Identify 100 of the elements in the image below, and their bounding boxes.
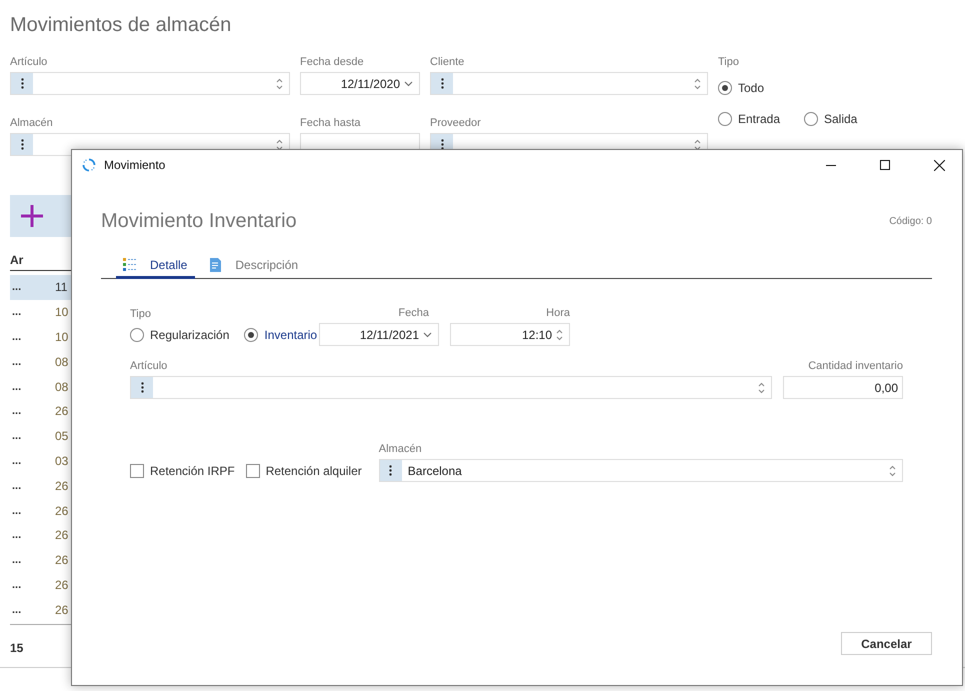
- lookup-button[interactable]: [11, 73, 33, 94]
- lookup-button[interactable]: [380, 460, 402, 481]
- table-cell-text: ...: [11, 480, 22, 492]
- field-label: Fecha: [397, 307, 430, 321]
- radio-label: Regularización: [150, 328, 230, 342]
- radio-option[interactable]: Inventario: [244, 328, 318, 342]
- field-label: Fecha desde: [300, 56, 365, 70]
- table-cell-text: ...: [11, 430, 22, 442]
- field-label: Fecha hasta: [300, 117, 362, 131]
- more-icon: [440, 78, 444, 89]
- tab[interactable]: Descripción: [203, 254, 306, 279]
- table-cell-text: ...: [11, 604, 22, 616]
- radio-button[interactable]: [718, 80, 732, 94]
- table-cell-text: ...: [11, 281, 22, 294]
- table-cell-text: ...: [11, 405, 22, 418]
- column-header[interactable]: Ar: [10, 253, 24, 270]
- field-label: Artículo: [130, 360, 168, 374]
- table-cell: 05: [55, 429, 68, 444]
- table-cell-text: ...: [11, 578, 22, 591]
- spinner-icon[interactable]: [694, 78, 701, 90]
- radio-label: Salida: [824, 112, 858, 126]
- field-label: Cantidad inventario: [807, 360, 903, 374]
- lookup-field[interactable]: [10, 72, 290, 95]
- checkbox-label: Retención alquiler: [266, 464, 362, 478]
- table-cell-text: ...: [11, 454, 22, 467]
- table-cell: 03: [55, 454, 68, 468]
- spinner-icon[interactable]: [276, 138, 283, 150]
- radio-label: Entrada: [738, 112, 780, 126]
- field-label: Artículo: [10, 56, 48, 70]
- table-cell: 26: [55, 478, 68, 493]
- plus-icon: [20, 204, 44, 228]
- table-cell: 26: [55, 528, 68, 542]
- radio-button[interactable]: [130, 328, 144, 342]
- spinner-icon[interactable]: [758, 382, 765, 394]
- spinner-icon[interactable]: [556, 328, 563, 340]
- checkbox[interactable]: [246, 464, 260, 478]
- spinner-icon[interactable]: [889, 464, 896, 476]
- checkbox-label: Retención IRPF: [150, 464, 235, 478]
- table-cell: 26: [55, 578, 68, 592]
- table-cell-text: ...: [11, 529, 22, 542]
- radio-button[interactable]: [718, 112, 732, 126]
- row-count: 15: [10, 641, 24, 656]
- more-icon: [389, 465, 392, 476]
- radio-option[interactable]: Entrada: [718, 112, 784, 126]
- field-label: Almacén: [378, 443, 423, 457]
- radio-button[interactable]: [804, 112, 818, 126]
- more-icon: [440, 139, 444, 150]
- radio-button[interactable]: [244, 328, 258, 342]
- lookup-field[interactable]: [130, 376, 772, 399]
- checkbox-option[interactable]: Retención alquiler: [246, 459, 362, 482]
- list-icon: [123, 258, 136, 272]
- checkbox-option[interactable]: Retención IRPF: [130, 459, 235, 482]
- minimize-icon: [826, 164, 836, 166]
- tab[interactable]: Detalle: [116, 254, 196, 279]
- cancel-button[interactable]: Cancelar: [841, 632, 932, 655]
- spinner-icon[interactable]: [276, 78, 283, 90]
- field-label: Tipo: [130, 308, 152, 322]
- radio-label: Inventario: [264, 328, 318, 342]
- field-label: Proveedor: [430, 117, 482, 131]
- maximize-icon: [880, 160, 890, 170]
- table-cell: 26: [55, 553, 68, 568]
- lookup-button[interactable]: [431, 73, 453, 94]
- window-title: Movimiento: [104, 158, 166, 172]
- loading-icon: [82, 158, 96, 172]
- spinner-icon[interactable]: [694, 138, 701, 150]
- table-cell: 08: [55, 354, 68, 369]
- table-cell: 10: [55, 330, 68, 344]
- time-field[interactable]: 12:10: [450, 323, 570, 346]
- table-cell: 08: [55, 380, 68, 394]
- more-icon: [20, 139, 24, 150]
- table-cell: 26: [55, 404, 68, 418]
- close-icon: [934, 160, 944, 170]
- table-cell: 26: [55, 602, 68, 617]
- date-field[interactable]: 12/11/2021: [319, 323, 439, 346]
- lookup-button[interactable]: [11, 134, 33, 155]
- date-field[interactable]: 12/11/2020: [300, 72, 420, 95]
- table-cell: 26: [55, 504, 68, 518]
- field-label: Hora: [545, 307, 570, 321]
- field-label: Tipo: [718, 56, 740, 70]
- radio-label: Todo: [738, 80, 764, 94]
- lookup-button[interactable]: [131, 377, 153, 398]
- quantity-field[interactable]: 0,00: [783, 376, 903, 399]
- chevron-down-icon[interactable]: [404, 80, 413, 86]
- chevron-down-icon[interactable]: [423, 332, 432, 338]
- lookup-field[interactable]: [430, 72, 708, 95]
- field-label: Almacén: [10, 117, 54, 131]
- page-title: Movimientos de almacén: [10, 13, 232, 38]
- radio-option[interactable]: Salida: [804, 112, 858, 126]
- table-cell: 11: [55, 280, 68, 294]
- table-cell-text: ...: [11, 330, 22, 343]
- code-label: Código: 0: [889, 216, 932, 226]
- document-icon: [210, 258, 222, 272]
- table-cell-text: ...: [11, 380, 22, 393]
- radio-option[interactable]: Todo: [718, 80, 764, 94]
- radio-option[interactable]: Regularización: [130, 328, 230, 342]
- more-icon: [140, 382, 144, 393]
- checkbox[interactable]: [130, 464, 144, 478]
- lookup-field[interactable]: Barcelona: [378, 459, 903, 482]
- dialog-heading: Movimiento Inventario: [101, 210, 297, 232]
- table-cell: 10: [55, 305, 68, 320]
